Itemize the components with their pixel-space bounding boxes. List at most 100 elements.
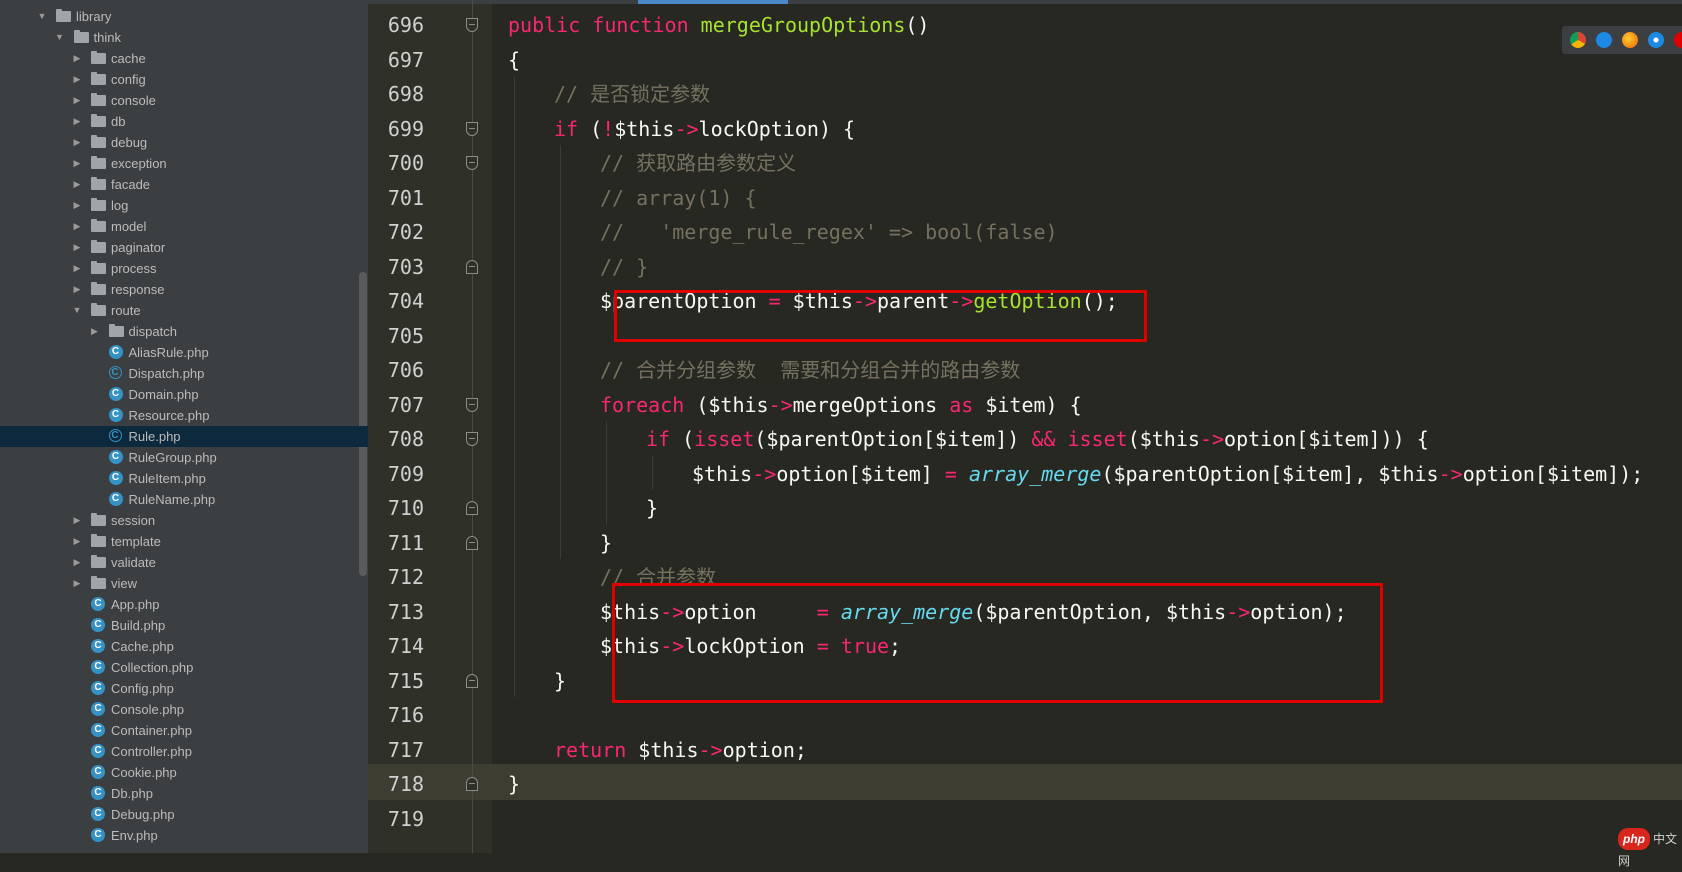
chevron-right-icon[interactable]: ▶ (71, 216, 83, 237)
chevron-right-icon[interactable]: ▶ (71, 195, 83, 216)
code-line[interactable]: // } (600, 249, 648, 285)
chevron-right-icon[interactable]: ▶ (71, 258, 83, 279)
chevron-right-icon[interactable]: ▶ (89, 321, 101, 342)
fold-close-icon[interactable] (466, 501, 478, 515)
tree-folder[interactable]: ▼ route (0, 300, 368, 321)
tree-folder[interactable]: ▶ console (0, 90, 368, 111)
code-line[interactable]: // 是否锁定参数 (554, 76, 710, 112)
tree-file[interactable]: C Resource.php (0, 405, 368, 426)
code-line[interactable]: if (isset($parentOption[$item]) && isset… (646, 421, 1429, 457)
code-line[interactable]: { (508, 42, 520, 78)
tree-folder[interactable]: ▶ model (0, 216, 368, 237)
chevron-right-icon[interactable]: ▶ (71, 111, 83, 132)
tree-file[interactable]: C Cache.php (0, 636, 368, 657)
indent-guide (652, 455, 653, 490)
tree-folder[interactable]: ▶ response (0, 279, 368, 300)
tree-file[interactable]: C Container.php (0, 720, 368, 741)
code-line[interactable]: if (!$this->lockOption) { (554, 111, 855, 147)
chevron-right-icon[interactable]: ▶ (71, 237, 83, 258)
chevron-right-icon[interactable]: ▶ (71, 132, 83, 153)
chevron-right-icon[interactable]: ▶ (71, 69, 83, 90)
opera-icon[interactable] (1674, 32, 1682, 48)
tree-file[interactable]: C Domain.php (0, 384, 368, 405)
tree-file[interactable]: C Db.php (0, 783, 368, 804)
code-line[interactable]: } (554, 663, 566, 699)
fold-open-icon[interactable] (466, 432, 478, 446)
chevron-right-icon[interactable]: ▶ (71, 174, 83, 195)
code-line[interactable]: public function mergeGroupOptions() (508, 7, 929, 43)
chrome-icon[interactable] (1570, 32, 1586, 48)
tree-folder[interactable]: ▼ think (0, 27, 368, 48)
code-token: option; (722, 737, 807, 762)
code-line[interactable]: } (646, 490, 658, 526)
firefox-icon[interactable] (1622, 32, 1638, 48)
fold-close-icon[interactable] (466, 673, 478, 688)
fold-close-icon[interactable] (466, 777, 478, 791)
fold-open-icon[interactable] (466, 397, 478, 412)
tree-folder[interactable]: ▶ log (0, 195, 368, 216)
chevron-right-icon[interactable]: ▶ (71, 153, 83, 174)
safari-icon[interactable] (1648, 32, 1664, 48)
tree-folder[interactable]: ▶ facade (0, 174, 368, 195)
tree-file[interactable]: C Build.php (0, 615, 368, 636)
code-line[interactable]: // 'merge_rule_regex' => bool(false) (600, 214, 1058, 250)
tree-folder[interactable]: ▶ validate (0, 552, 368, 573)
chevron-down-icon[interactable]: ▼ (54, 27, 66, 48)
chevron-down-icon[interactable]: ▼ (36, 6, 48, 27)
fold-open-icon[interactable] (466, 156, 478, 170)
fold-close-icon[interactable] (466, 259, 478, 274)
tree-folder[interactable]: ▶ exception (0, 153, 368, 174)
tree-file[interactable]: C Controller.php (0, 741, 368, 762)
chevron-right-icon[interactable]: ▶ (71, 510, 83, 531)
code-line[interactable]: // array(1) { (600, 180, 757, 216)
tree-folder[interactable]: ▶ process (0, 258, 368, 279)
tree-folder[interactable]: ▶ config (0, 69, 368, 90)
tree-file[interactable]: C Env.php (0, 825, 368, 846)
code-line[interactable]: return $this->option; (554, 732, 807, 768)
code-line[interactable]: } (600, 525, 612, 561)
tree-folder[interactable]: ▶ debug (0, 132, 368, 153)
code-line[interactable]: // 合并分组参数 需要和分组合并的路由参数 (600, 352, 1020, 388)
tree-folder[interactable]: ▶ db (0, 111, 368, 132)
chevron-right-icon[interactable]: ▶ (71, 279, 83, 300)
tree-file[interactable]: C Debug.php (0, 804, 368, 825)
tree-item-label: Collection.php (111, 660, 194, 675)
edge-icon[interactable] (1596, 32, 1612, 48)
code-token: { (508, 47, 521, 72)
code-line[interactable]: foreach ($this->mergeOptions as $item) { (600, 387, 1082, 423)
chevron-right-icon[interactable]: ▶ (71, 48, 83, 69)
tree-item-label: template (111, 534, 161, 549)
tree-file[interactable]: C Dispatch.php (0, 363, 368, 384)
code-line[interactable]: $this->option[$item] = array_merge($pare… (692, 456, 1643, 492)
tree-file[interactable]: C Config.php (0, 678, 368, 699)
chevron-right-icon[interactable]: ▶ (71, 552, 83, 573)
tree-file[interactable]: C RuleGroup.php (0, 447, 368, 468)
tree-file[interactable]: C RuleItem.php (0, 468, 368, 489)
tree-folder[interactable]: ▶ session (0, 510, 368, 531)
fold-close-icon[interactable] (466, 535, 478, 550)
fold-open-icon[interactable] (466, 18, 478, 32)
chevron-right-icon[interactable]: ▶ (71, 90, 83, 111)
tree-file[interactable]: C Collection.php (0, 657, 368, 678)
code-line[interactable]: // 获取路由参数定义 (600, 145, 796, 181)
tree-file[interactable]: C Rule.php (0, 426, 368, 447)
chevron-right-icon[interactable]: ▶ (71, 531, 83, 552)
tree-folder[interactable]: ▶ paginator (0, 237, 368, 258)
tree-file[interactable]: C RuleName.php (0, 489, 368, 510)
php-class-icon: C (108, 471, 123, 485)
chevron-down-icon[interactable]: ▼ (71, 300, 83, 321)
tree-folder[interactable]: ▶ dispatch (0, 321, 368, 342)
tree-folder[interactable]: ▼ library (0, 6, 368, 27)
code-token: isset (1067, 427, 1128, 451)
tree-folder[interactable]: ▶ template (0, 531, 368, 552)
tree-folder[interactable]: ▶ view (0, 573, 368, 594)
fold-open-icon[interactable] (466, 121, 478, 136)
chevron-right-icon[interactable]: ▶ (71, 573, 83, 594)
tree-file[interactable]: C App.php (0, 594, 368, 615)
code-line[interactable]: } (508, 766, 520, 802)
tree-file[interactable]: C Cookie.php (0, 762, 368, 783)
tree-file[interactable]: C AliasRule.php (0, 342, 368, 363)
tree-folder[interactable]: ▶ cache (0, 48, 368, 69)
code-token: -> (1199, 427, 1225, 451)
tree-file[interactable]: C Console.php (0, 699, 368, 720)
